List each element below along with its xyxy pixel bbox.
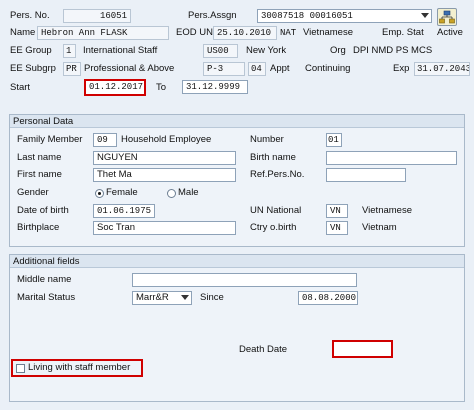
nat-value: Vietnamese (303, 27, 353, 38)
since-date-field[interactable]: 08.08.2000 (298, 291, 358, 305)
living-with-staff-label[interactable]: Living with staff member (28, 361, 130, 375)
last-name-label: Last name (17, 152, 62, 163)
death-date-field[interactable] (332, 340, 393, 358)
last-name-field[interactable]: NGUYEN (93, 151, 236, 165)
ee-group-label: EE Group (10, 45, 52, 56)
birth-name-field[interactable] (326, 151, 457, 165)
start-label: Start (10, 82, 31, 93)
personal-data-title: Personal Data (10, 115, 464, 128)
un-national-text: Vietnamese (362, 205, 412, 216)
first-name-label: First name (17, 169, 62, 180)
appt-text: Continuing (305, 63, 351, 74)
number-field[interactable]: 01 (326, 133, 342, 147)
org-structure-icon[interactable] (437, 8, 457, 26)
ctry-birth-code[interactable]: VN (326, 221, 348, 235)
pers-assgn-value: 30087518 00016051 (261, 11, 353, 21)
gender-female-radio[interactable] (95, 189, 104, 198)
pers-assgn-label: Pers.Assgn (188, 10, 237, 21)
ee-subgrp-label: EE Subgrp (10, 63, 56, 74)
gender-label: Gender (17, 187, 49, 198)
eod-un-field[interactable]: 25.10.2010 (213, 26, 277, 40)
appt-label: Appt (270, 63, 290, 74)
date-of-birth-label: Date of birth (17, 205, 69, 216)
death-date-label: Death Date (239, 344, 288, 355)
org-structure-icon-graphic (439, 10, 455, 24)
name-field[interactable]: Hebron Ann FLASK (37, 26, 169, 40)
exp-field[interactable]: 31.07.2043 (414, 62, 470, 76)
marital-status-value: Marr&R (136, 292, 169, 303)
date-of-birth-field[interactable]: 01.06.1975 (93, 204, 155, 218)
middle-name-label: Middle name (17, 274, 72, 285)
family-member-text: Household Employee (121, 134, 212, 145)
ref-pers-no-label: Ref.Pers.No. (250, 169, 305, 180)
family-member-label: Family Member (17, 134, 83, 145)
marital-status-select[interactable]: Marr&R (132, 291, 192, 305)
emp-stat-value: Active (437, 27, 463, 38)
location-text: New York (246, 45, 287, 56)
step-code[interactable]: 04 (248, 62, 266, 76)
additional-fields-title: Additional fields (10, 255, 464, 268)
ee-subgrp-text: Professional & Above (84, 63, 175, 74)
un-national-code[interactable]: VN (326, 204, 348, 218)
ee-group-code[interactable]: 1 (63, 44, 76, 58)
name-label: Name (10, 27, 36, 38)
chevron-down-icon[interactable] (181, 295, 189, 300)
org-text: DPI NMD PS MCS (353, 45, 433, 56)
family-member-code[interactable]: 09 (93, 133, 117, 147)
pers-no-field[interactable]: 16051 (63, 9, 131, 23)
to-label: To (156, 82, 167, 93)
emp-stat-label: Emp. Stat (382, 27, 424, 38)
gender-male-label: Male (178, 187, 199, 198)
org-label: Org (330, 45, 346, 56)
pers-no-label: Pers. No. (10, 10, 50, 21)
ee-group-text: International Staff (83, 45, 158, 56)
end-date-field[interactable]: 31.12.9999 (182, 80, 248, 94)
pers-assgn-select[interactable]: 30087518 00016051 (257, 9, 432, 23)
living-with-staff-checkbox[interactable] (16, 364, 25, 373)
location-code[interactable]: US00 (203, 44, 238, 58)
grade-code[interactable]: P-3 (203, 62, 245, 76)
birth-name-label: Birth name (250, 152, 296, 163)
nat-label: NAT (280, 28, 297, 38)
eod-un-label: EOD UN (176, 27, 213, 38)
since-label: Since (200, 292, 224, 303)
ref-pers-no-field[interactable] (326, 168, 406, 182)
birthplace-label: Birthplace (17, 222, 60, 233)
un-national-label: UN National (250, 205, 302, 216)
ctry-birth-label: Ctry o.birth (250, 222, 297, 233)
ee-subgrp-code[interactable]: PR (63, 62, 81, 76)
start-date-field[interactable]: 01.12.2017 (84, 79, 146, 96)
gender-male-radio[interactable] (167, 189, 176, 198)
number-label: Number (250, 134, 284, 145)
chevron-down-icon[interactable] (421, 13, 429, 18)
ctry-birth-text: Vietnam (362, 222, 397, 233)
marital-status-label: Marital Status (17, 292, 76, 303)
exp-label: Exp (393, 63, 410, 74)
gender-female-label: Female (106, 187, 138, 198)
first-name-field[interactable]: Thet Ma (93, 168, 236, 182)
middle-name-field[interactable] (132, 273, 357, 287)
birthplace-field[interactable]: Soc Tran (93, 221, 236, 235)
